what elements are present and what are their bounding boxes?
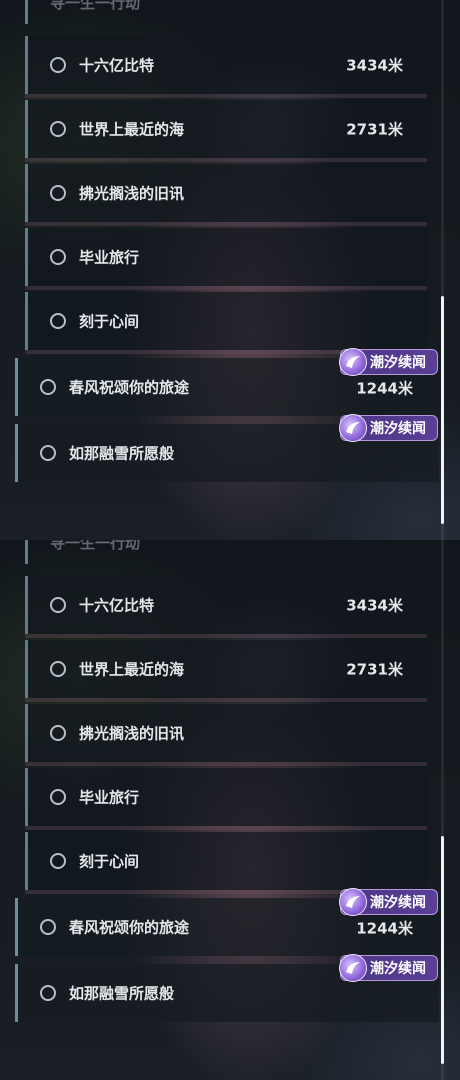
radio-circle-icon[interactable] [50, 789, 66, 805]
tidal-swirl-icon [339, 954, 367, 982]
tidal-story-badge: 潮汐续闻 [339, 414, 438, 442]
quest-distance: 2731米 [346, 120, 403, 139]
quest-distance: 1244米 [356, 379, 413, 398]
radio-circle-icon[interactable] [40, 379, 56, 395]
row-divider [25, 158, 427, 162]
row-accent [25, 540, 28, 564]
quest-subitem-label: 十六亿比特 [79, 596, 155, 615]
quest-subitem[interactable]: 毕业旅行 [25, 768, 427, 826]
quest-distance: 1244米 [356, 919, 413, 938]
quest-subitem-label: 十六亿比特 [79, 56, 155, 75]
radio-circle-icon[interactable] [50, 57, 66, 73]
tidal-story-badge: 潮汐续闻 [339, 348, 438, 376]
quest-subitem[interactable]: 十六亿比特 3434米 [25, 36, 427, 94]
badge-label: 潮汐续闻 [370, 421, 426, 437]
row-divider [25, 762, 427, 766]
row-divider [25, 698, 427, 702]
quest-subitem-label: 毕业旅行 [79, 248, 140, 267]
quest-distance: 2731米 [346, 660, 403, 679]
tidal-swirl-icon [339, 414, 367, 442]
quest-subitem-label: 世界上最近的海 [79, 120, 185, 139]
quest-subitem[interactable]: 毕业旅行 [25, 228, 427, 286]
peek-quest-label: 寻一生一行动 [50, 0, 141, 12]
quest-subitem-label: 毕业旅行 [79, 788, 140, 807]
radio-circle-icon[interactable] [50, 313, 66, 329]
quest-subitem[interactable]: 十六亿比特 3434米 [25, 576, 427, 634]
quest-subitem-label: 刻于心间 [79, 312, 140, 331]
quest-list-panel: 寻一生一行动 十六亿比特 3434米 世界上最近的海 2731米 拂光搁浅的旧讯… [0, 0, 460, 540]
radio-circle-icon[interactable] [40, 445, 56, 461]
quest-list-panel: 寻一生一行动 十六亿比特 3434米 世界上最近的海 2731米 拂光搁浅的旧讯… [0, 540, 460, 1080]
quest-label: 春风祝颂你的旅途 [69, 918, 190, 937]
radio-circle-icon[interactable] [50, 725, 66, 741]
radio-circle-icon[interactable] [50, 185, 66, 201]
quest-subitem[interactable]: 世界上最近的海 2731米 [25, 100, 427, 158]
row-divider [25, 94, 427, 98]
scrollbar-thumb[interactable] [441, 296, 444, 524]
row-divider [25, 222, 427, 226]
badge-label: 潮汐续闻 [370, 355, 426, 371]
quest-subitem[interactable]: 世界上最近的海 2731米 [25, 640, 427, 698]
tidal-swirl-icon [339, 888, 367, 916]
radio-circle-icon[interactable] [50, 853, 66, 869]
radio-circle-icon[interactable] [40, 919, 56, 935]
tidal-story-badge: 潮汐续闻 [339, 888, 438, 916]
quest-subitem-label: 拂光搁浅的旧讯 [79, 184, 185, 203]
scrollbar-thumb[interactable] [441, 836, 444, 1064]
quest-label: 春风祝颂你的旅途 [69, 378, 190, 397]
peek-quest-label: 寻一生一行动 [50, 540, 141, 552]
radio-circle-icon[interactable] [40, 985, 56, 1001]
quest-subitem[interactable]: 刻于心间 [25, 292, 427, 350]
quest-label: 如那融雪所愿般 [69, 444, 175, 463]
quest-distance: 3434米 [346, 596, 403, 615]
badge-label: 潮汐续闻 [370, 895, 426, 911]
radio-circle-icon[interactable] [50, 249, 66, 265]
quest-subitem[interactable]: 刻于心间 [25, 832, 427, 890]
row-divider [25, 826, 427, 830]
row-accent [25, 0, 28, 24]
quest-subitem-label: 刻于心间 [79, 852, 140, 871]
tidal-swirl-icon [339, 348, 367, 376]
quest-subitem[interactable]: 拂光搁浅的旧讯 [25, 164, 427, 222]
quest-label: 如那融雪所愿般 [69, 984, 175, 1003]
quest-distance: 3434米 [346, 56, 403, 75]
radio-circle-icon[interactable] [50, 121, 66, 137]
tidal-story-badge: 潮汐续闻 [339, 954, 438, 982]
quest-subitem-label: 世界上最近的海 [79, 660, 185, 679]
quest-subitem[interactable]: 拂光搁浅的旧讯 [25, 704, 427, 762]
row-divider [25, 634, 427, 638]
radio-circle-icon[interactable] [50, 661, 66, 677]
radio-circle-icon[interactable] [50, 597, 66, 613]
badge-label: 潮汐续闻 [370, 961, 426, 977]
row-divider [25, 286, 427, 290]
quest-subitem-label: 拂光搁浅的旧讯 [79, 724, 185, 743]
